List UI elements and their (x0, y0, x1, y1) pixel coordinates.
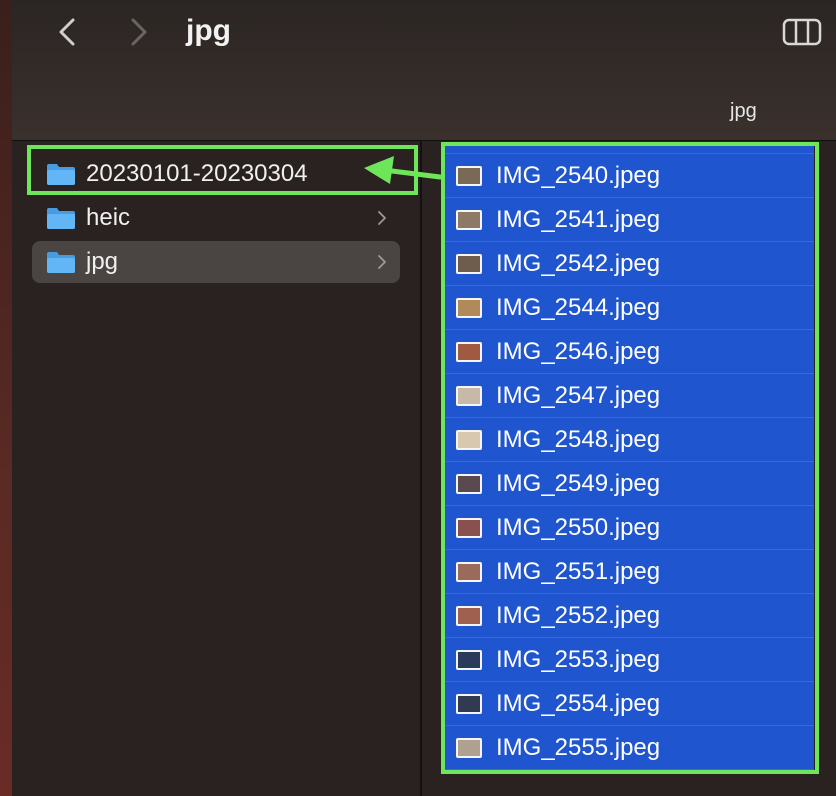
finder-window: jpg jpg 20230101-20230304 heic jpg IMG_2… (12, 0, 836, 796)
annotation-arrow (364, 156, 443, 184)
arrow-head-icon (364, 156, 394, 184)
desktop-edge (0, 0, 12, 796)
